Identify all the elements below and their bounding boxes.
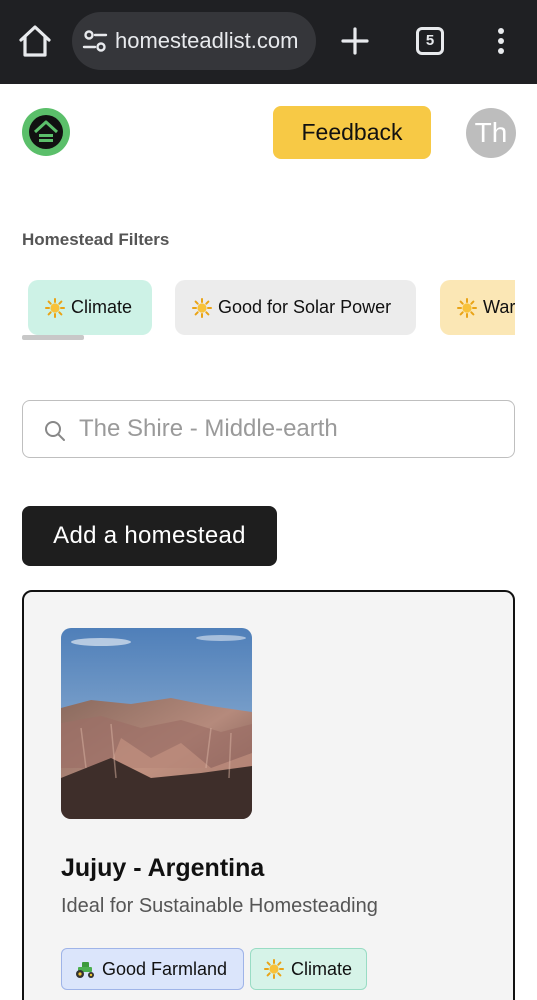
sun-emoji-icon [264, 959, 284, 979]
add-homestead-button[interactable]: Add a homestead [22, 506, 277, 566]
house-logo-icon [29, 115, 63, 149]
filter-chip-solar[interactable]: Good for Solar Power [175, 280, 416, 335]
homestead-photo[interactable] [61, 628, 252, 819]
tag-label: Climate [291, 958, 353, 979]
filter-chip-climate[interactable]: Climate [28, 280, 152, 335]
homestead-description: Ideal for Sustainable Homesteading [61, 895, 378, 917]
horizontal-scroll-indicator[interactable] [22, 335, 84, 340]
homestead-name[interactable]: Jujuy - Argentina [61, 854, 264, 883]
chip-label: Warm [483, 297, 515, 317]
sun-emoji-icon [192, 297, 212, 318]
browser-toolbar: homesteadlist.com 5 [0, 0, 537, 84]
avatar[interactable]: Th [466, 108, 516, 158]
mountain-landscape-image [61, 628, 252, 819]
filter-chip-warm[interactable]: Warm [440, 280, 515, 335]
filter-chip-row[interactable]: Climate Good for Solar Power Warm [22, 280, 515, 336]
more-menu-icon[interactable] [488, 26, 514, 56]
tractor-emoji-icon [76, 962, 94, 978]
search-icon [45, 421, 65, 441]
sun-emoji-icon [45, 297, 65, 318]
feedback-button[interactable]: Feedback [273, 106, 431, 159]
tag-climate[interactable]: Climate [250, 948, 367, 990]
tab-switcher-button[interactable]: 5 [416, 27, 444, 55]
sun-emoji-icon [457, 297, 477, 318]
address-bar[interactable]: homesteadlist.com [72, 12, 316, 70]
url-text: homesteadlist.com [115, 28, 299, 53]
new-tab-icon[interactable] [340, 26, 370, 56]
chip-label: Climate [71, 297, 133, 317]
search-input[interactable] [79, 411, 499, 447]
filters-heading: Homestead Filters [22, 230, 170, 249]
tag-label: Good Farmland [102, 958, 228, 979]
homestead-card[interactable]: Jujuy - Argentina Ideal for Sustainable … [22, 590, 515, 1000]
site-logo[interactable] [22, 108, 70, 156]
chip-label: Good for Solar Power [218, 297, 392, 317]
home-icon[interactable] [16, 22, 54, 60]
location-search[interactable] [22, 400, 515, 458]
site-settings-icon[interactable] [82, 29, 108, 53]
tag-good-farmland[interactable]: Good Farmland [61, 948, 244, 990]
